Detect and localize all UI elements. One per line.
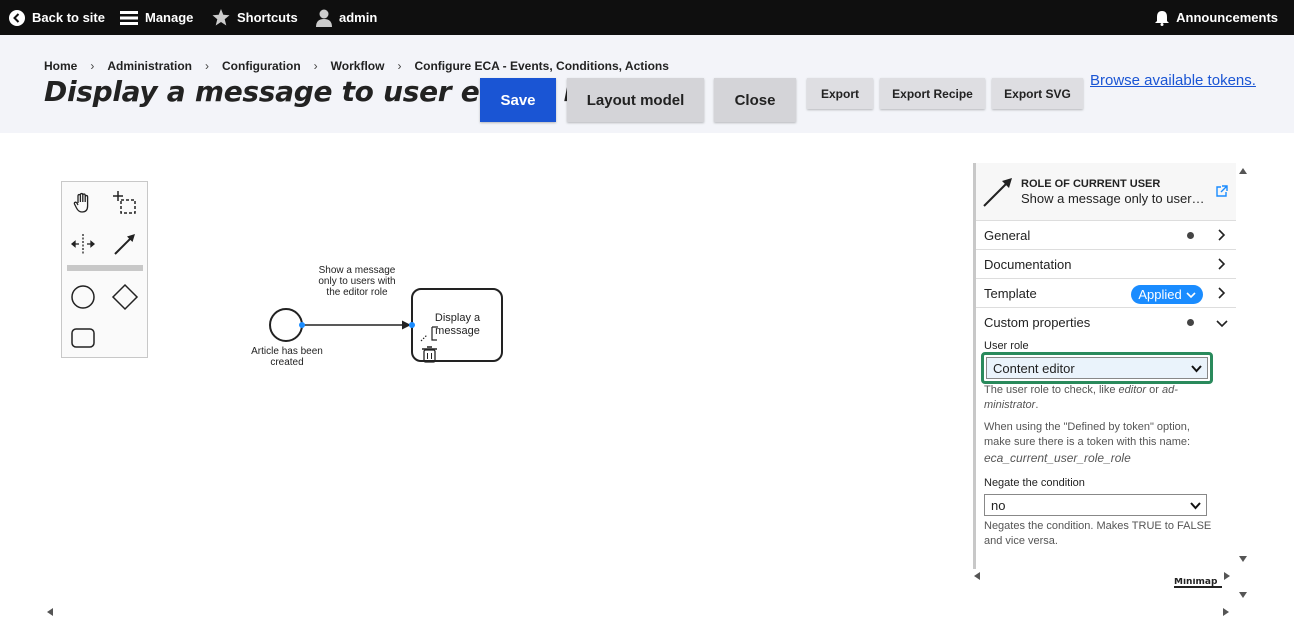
chevron-down-icon <box>1190 502 1201 510</box>
bell-icon <box>1155 10 1170 26</box>
user-menu[interactable]: admin <box>316 0 377 35</box>
group-custom-properties[interactable]: Custom properties <box>976 308 1236 337</box>
star-icon <box>212 9 230 26</box>
minimap-toggle[interactable]: Minimap <box>1174 578 1222 588</box>
negate-help: Negates the condition. Makes TRUE to FAL… <box>984 520 1212 547</box>
manage-label: Manage <box>145 10 194 25</box>
save-button[interactable]: Save <box>480 78 556 122</box>
group-template[interactable]: Template Applied <box>976 279 1236 308</box>
group-custom-label: Custom properties <box>984 315 1091 330</box>
export-svg-button[interactable]: Export SVG <box>992 78 1083 109</box>
breadcrumb-separator: › <box>313 59 318 73</box>
breadcrumb-configure-eca[interactable]: Configure ECA - Events, Conditions, Acti… <box>414 59 668 73</box>
group-documentation[interactable]: Documentation <box>976 250 1236 279</box>
breadcrumb-administration[interactable]: Administration <box>107 59 192 73</box>
user-role-help: The user role to check, like editor or a… <box>984 383 1212 413</box>
person-icon <box>316 9 332 27</box>
has-values-dot <box>1187 319 1194 326</box>
hamburger-icon <box>120 10 138 25</box>
start-event[interactable] <box>269 308 303 342</box>
group-general[interactable]: General <box>976 221 1236 250</box>
page-scroll-down[interactable] <box>1238 590 1248 600</box>
diagram-canvas[interactable] <box>0 133 960 463</box>
flow-end-handle[interactable] <box>409 322 415 328</box>
chevron-right-icon <box>1218 258 1226 270</box>
chevron-right-icon <box>1218 229 1226 241</box>
properties-panel: ROLE OF CURRENT USER Show a message only… <box>973 163 1236 569</box>
panel-scroll-left[interactable] <box>972 571 982 581</box>
user-role-focus-ring: Content editor <box>981 352 1213 384</box>
user-role-token-name: eca_current_user_role_role <box>984 451 1131 465</box>
sequence-flow-label: Show a message only to users with the ed… <box>318 265 396 298</box>
help-text-italic: editor <box>1118 384 1147 396</box>
triangle-left-icon <box>974 572 980 580</box>
connect-arrow-icon <box>983 178 1012 207</box>
back-arrow-icon <box>9 9 25 26</box>
triangle-up-icon <box>1239 168 1247 174</box>
group-general-label: General <box>984 227 1031 243</box>
group-documentation-label: Documentation <box>984 256 1072 272</box>
applied-badge-label: Applied <box>1138 287 1182 302</box>
negate-label: Negate the condition <box>984 477 1085 489</box>
element-name: Show a message only to users with the ed… <box>1021 191 1211 206</box>
help-text: or <box>1146 384 1162 396</box>
layout-model-button[interactable]: Layout model <box>567 78 704 122</box>
breadcrumb-separator: › <box>205 59 210 73</box>
negate-value: no <box>991 497 1006 513</box>
user-role-select[interactable]: Content editor <box>986 357 1208 379</box>
chevron-down-icon <box>1191 365 1202 373</box>
help-text: . <box>1035 399 1039 411</box>
panel-scroll-down[interactable] <box>1238 554 1248 564</box>
flow-start-handle[interactable] <box>299 322 305 328</box>
properties-panel-header: ROLE OF CURRENT USER Show a message only… <box>976 163 1236 221</box>
panel-scroll-right[interactable] <box>1222 571 1232 581</box>
has-values-dot <box>1187 231 1194 239</box>
task-label: Display a message <box>434 312 481 337</box>
panel-scroll-up[interactable] <box>1238 166 1248 176</box>
breadcrumb-home[interactable]: Home <box>44 59 77 73</box>
breadcrumb-separator: › <box>90 59 95 73</box>
negate-select[interactable]: no <box>984 494 1207 516</box>
export-button[interactable]: Export <box>807 78 873 109</box>
user-role-label: User role <box>984 340 1029 352</box>
template-applied-badge[interactable]: Applied <box>1131 285 1203 304</box>
user-role-token-help: When using the "Defined by token" option… <box>984 421 1191 448</box>
page-header: Home › Administration › Configuration › … <box>0 35 1294 133</box>
shortcuts-menu[interactable]: Shortcuts <box>212 0 298 35</box>
chevron-right-icon <box>1218 287 1226 299</box>
breadcrumb-configuration[interactable]: Configuration <box>222 59 301 73</box>
triangle-left-icon <box>47 608 53 616</box>
back-to-site-label: Back to site <box>32 10 105 25</box>
shortcuts-label: Shortcuts <box>237 10 298 25</box>
group-template-label: Template <box>984 285 1037 301</box>
help-text: The user role to check, like <box>984 384 1119 396</box>
chevron-down-icon <box>1186 291 1196 298</box>
chevron-down-icon <box>1216 319 1228 327</box>
triangle-down-icon <box>1239 556 1247 562</box>
back-to-site-link[interactable]: Back to site <box>9 0 105 35</box>
export-recipe-button[interactable]: Export Recipe <box>880 78 985 109</box>
browse-tokens-link[interactable]: Browse available tokens. <box>1090 72 1256 89</box>
announcements-link[interactable]: Announcements <box>1155 0 1278 35</box>
element-type: ROLE OF CURRENT USER <box>1021 178 1161 190</box>
breadcrumb: Home › Administration › Configuration › … <box>44 59 669 73</box>
triangle-down-icon <box>1239 592 1247 598</box>
user-label: admin <box>339 10 378 25</box>
breadcrumb-workflow[interactable]: Workflow <box>331 59 385 73</box>
canvas-horizontal-scrollbar[interactable] <box>45 606 1235 618</box>
triangle-right-icon <box>1223 608 1229 616</box>
external-link-icon[interactable] <box>1215 185 1228 198</box>
close-button[interactable]: Close <box>714 78 796 122</box>
triangle-right-icon <box>1224 572 1230 580</box>
breadcrumb-separator: › <box>397 59 402 73</box>
start-event-label: Article has been created <box>251 346 323 368</box>
manage-menu[interactable]: Manage <box>120 0 193 35</box>
user-role-value: Content editor <box>993 360 1075 376</box>
admin-toolbar: Back to site Manage Shortcuts admin Anno… <box>0 0 1294 35</box>
announcements-label: Announcements <box>1176 10 1278 25</box>
